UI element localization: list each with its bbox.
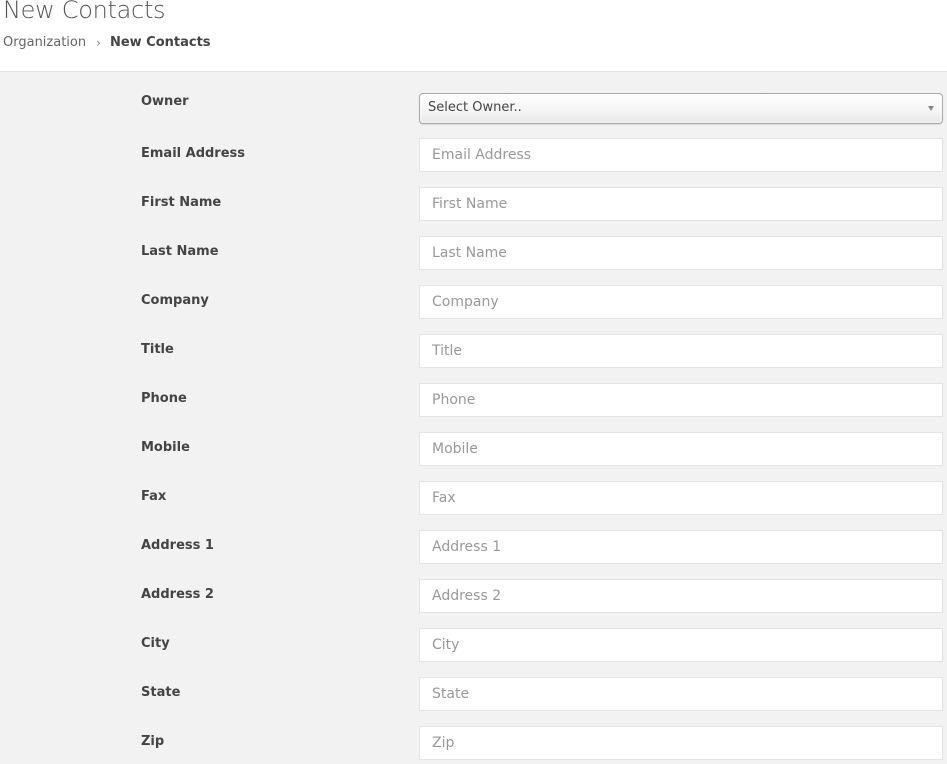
title-label: Title bbox=[141, 342, 174, 357]
form-row-last-name: Last Name bbox=[0, 236, 947, 270]
fax-input[interactable] bbox=[419, 481, 943, 515]
zip-input[interactable] bbox=[419, 726, 943, 760]
state-input[interactable] bbox=[419, 677, 943, 711]
form-row-address-1: Address 1 bbox=[0, 530, 947, 564]
breadcrumb-chevron-icon: › bbox=[96, 35, 101, 50]
form-row-zip: Zip bbox=[0, 726, 947, 760]
form-row-title: Title bbox=[0, 334, 947, 368]
first-name-input[interactable] bbox=[419, 187, 943, 221]
company-input[interactable] bbox=[419, 285, 943, 319]
mobile-label: Mobile bbox=[141, 440, 190, 455]
form-row-state: State bbox=[0, 677, 947, 711]
form-row-mobile: Mobile bbox=[0, 432, 947, 466]
fax-label: Fax bbox=[141, 489, 167, 504]
page-header: New Contacts Organization › New Contacts bbox=[0, 0, 947, 72]
form-row-fax: Fax bbox=[0, 481, 947, 515]
address-1-label: Address 1 bbox=[141, 538, 214, 553]
breadcrumb-current: New Contacts bbox=[109, 35, 211, 50]
phone-input[interactable] bbox=[419, 383, 943, 417]
form-row-address-2: Address 2 bbox=[0, 579, 947, 613]
breadcrumb-organization-link[interactable]: Organization bbox=[3, 35, 86, 50]
form-row-first-name: First Name bbox=[0, 187, 947, 221]
phone-label: Phone bbox=[141, 391, 187, 406]
owner-select-value: Select Owner.. bbox=[428, 100, 522, 115]
email-address-input[interactable] bbox=[419, 138, 943, 172]
breadcrumb: Organization › New Contacts bbox=[3, 35, 211, 50]
form-row-company: Company bbox=[0, 285, 947, 319]
page-title: New Contacts bbox=[3, 0, 166, 24]
first-name-label: First Name bbox=[141, 195, 222, 210]
form-row-email-address: Email Address bbox=[0, 138, 947, 172]
owner-label: Owner bbox=[141, 94, 189, 109]
address-2-label: Address 2 bbox=[141, 587, 214, 602]
form-row-city: City bbox=[0, 628, 947, 662]
title-input[interactable] bbox=[419, 334, 943, 368]
last-name-input[interactable] bbox=[419, 236, 943, 270]
dropdown-arrow-icon bbox=[928, 106, 934, 111]
form-row-phone: Phone bbox=[0, 383, 947, 417]
owner-select[interactable]: Select Owner.. bbox=[419, 93, 943, 124]
city-input[interactable] bbox=[419, 628, 943, 662]
email-address-label: Email Address bbox=[141, 146, 246, 161]
mobile-input[interactable] bbox=[419, 432, 943, 466]
zip-label: Zip bbox=[141, 734, 165, 749]
address-2-input[interactable] bbox=[419, 579, 943, 613]
city-label: City bbox=[141, 636, 170, 651]
last-name-label: Last Name bbox=[141, 244, 219, 259]
state-label: State bbox=[141, 685, 181, 700]
company-label: Company bbox=[141, 293, 209, 308]
address-1-input[interactable] bbox=[419, 530, 943, 564]
